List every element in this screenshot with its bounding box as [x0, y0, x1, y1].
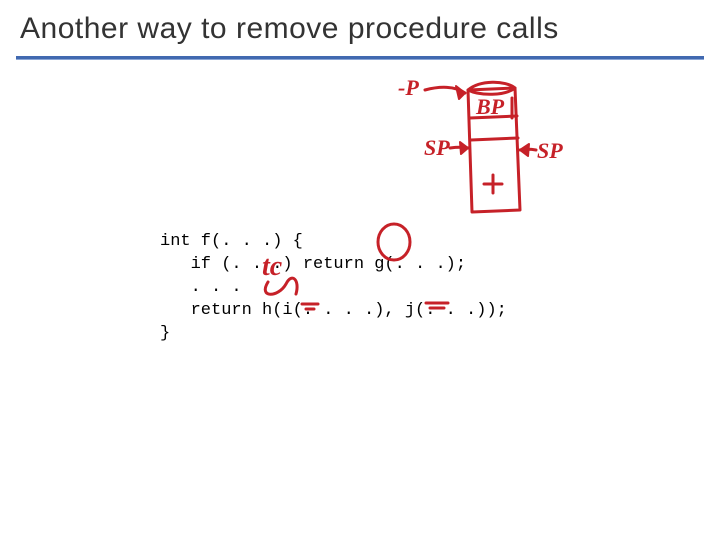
- code-line: int f(. . .) {: [160, 232, 303, 251]
- code-line: return h(i(. . . .), j(. . .));: [160, 301, 507, 320]
- code-line: }: [160, 324, 170, 343]
- slide-title: Another way to remove procedure calls: [20, 12, 700, 46]
- hand-label-sp-left-icon: SP: [424, 135, 450, 160]
- code-line: . . .: [160, 278, 242, 297]
- title-rule: [16, 56, 704, 60]
- code-line: if (. . .) return g(. . .);: [160, 255, 466, 274]
- slide: Another way to remove procedure calls in…: [0, 0, 720, 540]
- hand-label-sp-right-icon: SP: [537, 138, 563, 163]
- stack-box-icon: [468, 88, 520, 212]
- code-block: int f(. . .) { if (. . .) return g(. . .…: [160, 231, 507, 346]
- hand-label-bp-icon: BP: [475, 94, 505, 119]
- hand-label-p-icon: -P: [398, 75, 419, 100]
